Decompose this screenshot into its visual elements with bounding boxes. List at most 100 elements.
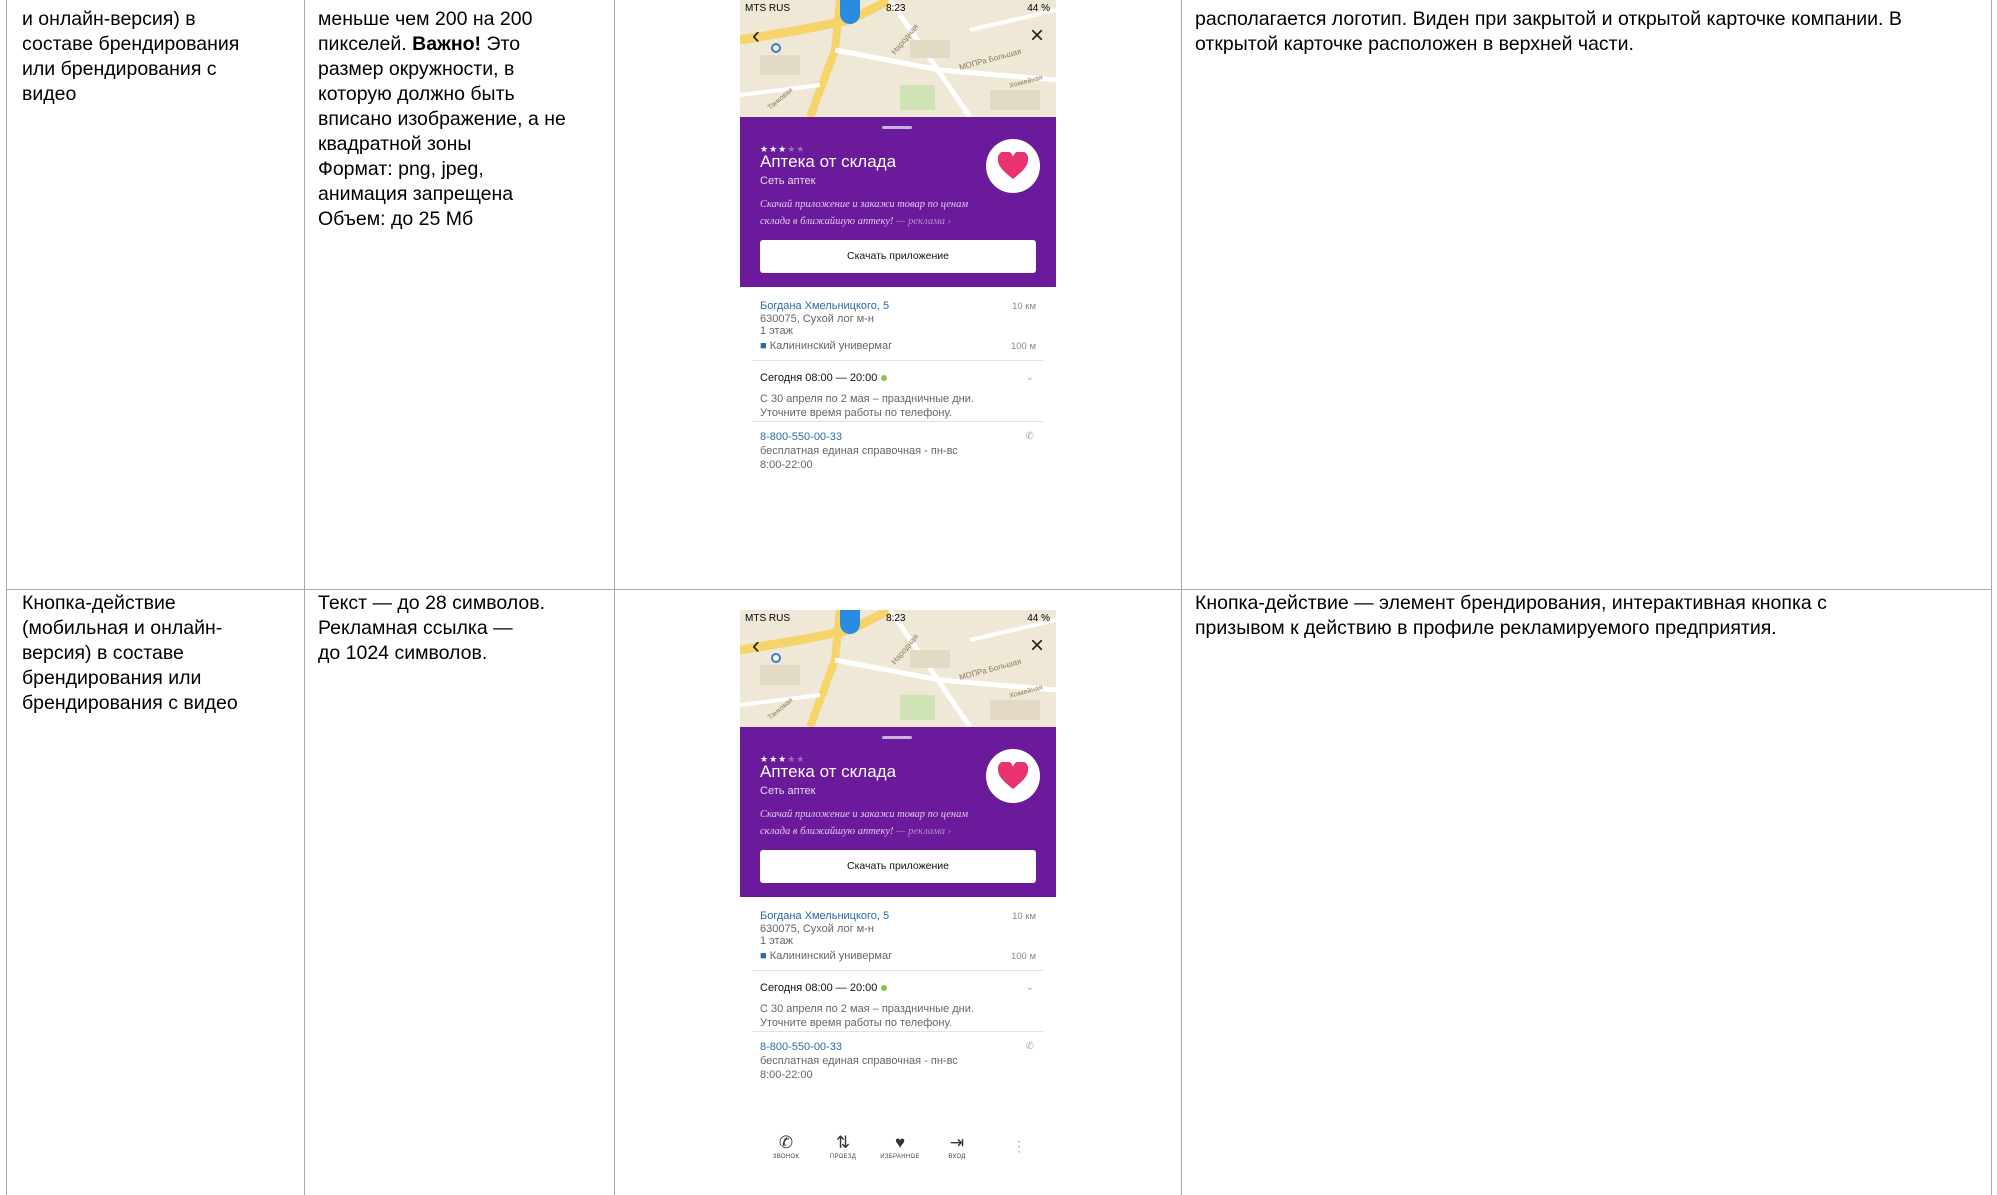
map-area[interactable]: Народная МОПРа Большая Хоккейная Танкова… — [740, 0, 1056, 117]
branding-block: ★★★★★ Аптека от склада Сеть аптек Скачай… — [740, 117, 1056, 287]
back-icon[interactable]: ‹ — [752, 24, 760, 48]
phone-icon: ✆ — [766, 523, 806, 525]
divider — [752, 421, 1044, 422]
map-area[interactable]: Народная МОПРа Большая Хоккейная Танкова… — [740, 610, 1056, 727]
address-line3: 1 этаж — [760, 325, 793, 337]
chevron-down-icon[interactable]: ⌄ — [1026, 981, 1034, 995]
heart-logo-icon — [998, 152, 1028, 179]
promo-ad-link[interactable]: — реклама › — [894, 826, 951, 837]
open-status-dot — [881, 985, 888, 992]
route-icon: ⇅ — [835, 1133, 851, 1152]
carrier-label: MTS RUS — [745, 613, 790, 624]
row1-requirements-important: Важно! — [412, 33, 482, 55]
row2-requirements: Текст — до 28 символов. Рекламная ссылка… — [318, 592, 546, 664]
bottom-tab-bar: ✆ ЗВОНОК ⇅ ПРОЕЗД ♥ ИЗБРАННОЕ ⇥ВХОД ⋮ — [740, 1127, 1056, 1187]
business-category: Сеть аптек — [760, 785, 816, 797]
divider — [752, 970, 1044, 971]
status-bar: MTS RUS 8:23 44 % — [740, 610, 1056, 628]
heart-icon: ♥ — [894, 1133, 906, 1152]
address-distance: 10 км — [1012, 301, 1036, 312]
tab-call-label: ЗВОНОК — [772, 1154, 800, 1160]
status-time: 8:23 — [886, 613, 906, 624]
open-status-dot — [881, 375, 888, 382]
row1-requirements: меньше чем 200 на 200 пикселей. Важно! Э… — [318, 7, 598, 232]
promo-text[interactable]: Скачай приложение и закажи товар по цена… — [760, 196, 1000, 230]
transit-stop: ■ Калининский универмаг — [760, 339, 892, 353]
phone-note: бесплатная единая справочная - пн-вс 8:0… — [760, 445, 958, 471]
address-link[interactable]: Богдана Хмельницкого, 5 — [760, 909, 889, 923]
address-line3: 1 этаж — [760, 935, 793, 947]
phone-screenshot-2: Народная МОПРа Большая Хоккейная Танкова… — [740, 610, 1056, 1195]
row2-description: Кнопка-действие — элемент брендирования,… — [1195, 592, 1827, 639]
transit-distance: 100 м — [1010, 951, 1036, 962]
transit-stop-name: Калининский универмаг — [769, 950, 893, 962]
row1-description: располагается логотип. Виден при закрыто… — [1195, 8, 1902, 55]
transit-stop-name: Калининский универмаг — [769, 340, 893, 352]
login-icon: ⇥ — [937, 523, 977, 525]
table-row-divider — [6, 589, 1991, 590]
drag-handle[interactable] — [882, 736, 912, 739]
promo-ad-link[interactable]: — реклама › — [894, 216, 951, 227]
branding-block: ★★★★★ Аптека от склада Сеть аптек Скачай… — [740, 727, 1056, 897]
carrier-label: MTS RUS — [745, 3, 790, 14]
battery-label: 44 % — [1027, 3, 1050, 14]
bottom-tab-bar: ✆ЗВОНОК ⇅ПРОЕЗД ♥ИЗБРАННОЕ ⇥ВХОД ⋮ — [740, 517, 1056, 525]
row1-format-name: и онлайн-версия) в составе брендирования… — [22, 8, 240, 105]
brand-logo — [986, 139, 1040, 193]
divider — [752, 1031, 1044, 1032]
call-icon[interactable]: ✆ — [1026, 1040, 1034, 1054]
more-icon[interactable]: ⋮ — [1012, 1139, 1026, 1153]
phone-screenshot-1: Народная МОПРа Большая Хоккейная Танкова… — [740, 0, 1056, 525]
business-name: Аптека от склада — [760, 762, 897, 781]
tab-favorites[interactable]: ♥ ИЗБРАННОЕ — [880, 1133, 920, 1161]
tab-route-label: ПРОЕЗД — [829, 1154, 857, 1160]
hours-text: Сегодня 08:00 — 20:00 — [760, 982, 878, 994]
tab-route[interactable]: ⇅ ПРОЕЗД — [823, 1133, 863, 1161]
tab-login[interactable]: ⇥ВХОД — [937, 523, 977, 525]
tab-call[interactable]: ✆ ЗВОНОК — [766, 1133, 806, 1161]
phone-note: бесплатная единая справочная - пн-вс 8:0… — [760, 1055, 958, 1081]
call-icon[interactable]: ✆ — [1026, 430, 1034, 444]
hours-today[interactable]: Сегодня 08:00 — 20:00 — [760, 981, 888, 995]
table-border-col1 — [304, 0, 305, 1195]
action-button[interactable]: Скачать приложение — [760, 850, 1036, 883]
phone-number-link[interactable]: 8-800-550-00-33 — [760, 430, 842, 444]
table-border-left — [6, 0, 7, 1195]
bus-icon: ■ — [760, 340, 767, 352]
close-icon[interactable]: × — [1030, 24, 1044, 48]
tab-call[interactable]: ✆ЗВОНОК — [766, 523, 806, 525]
status-bar: MTS RUS 8:23 44 % — [740, 0, 1056, 18]
tab-favorites[interactable]: ♥ИЗБРАННОЕ — [880, 523, 920, 525]
hours-today[interactable]: Сегодня 08:00 — 20:00 — [760, 371, 888, 385]
tab-login[interactable]: ⇥ВХОД — [937, 1133, 977, 1161]
bus-icon: ■ — [760, 950, 767, 962]
route-icon: ⇅ — [823, 523, 863, 525]
company-info: Богдана Хмельницкого, 5 10 км 630075, Су… — [740, 287, 1056, 525]
action-button[interactable]: Скачать приложение — [760, 240, 1036, 273]
close-icon[interactable]: × — [1030, 634, 1044, 658]
tab-favorites-label: ИЗБРАННОЕ — [880, 1154, 920, 1160]
row1-requirements-text-b: Это размер окружности, в которую должно … — [318, 33, 566, 230]
promo-text[interactable]: Скачай приложение и закажи товар по цена… — [760, 806, 1000, 840]
row2-format-name: Кнопка-действие (мобильная и онлайн- вер… — [22, 592, 238, 714]
chevron-down-icon[interactable]: ⌄ — [1026, 371, 1034, 385]
hours-text: Сегодня 08:00 — 20:00 — [760, 372, 878, 384]
phone-number-link[interactable]: 8-800-550-00-33 — [760, 1040, 842, 1054]
table-border-col2 — [614, 0, 615, 1195]
transit-stop: ■ Калининский универмаг — [760, 949, 892, 963]
table-border-col3 — [1181, 0, 1182, 1195]
brand-logo — [986, 749, 1040, 803]
business-name: Аптека от склада — [760, 152, 897, 171]
heart-logo-icon — [998, 762, 1028, 789]
address-distance: 10 км — [1012, 911, 1036, 922]
table-border-right — [1991, 0, 1992, 1195]
transit-distance: 100 м — [1010, 341, 1036, 352]
divider — [752, 360, 1044, 361]
address-link[interactable]: Богдана Хмельницкого, 5 — [760, 299, 889, 313]
heart-icon: ♥ — [880, 523, 920, 525]
tab-route[interactable]: ⇅ПРОЕЗД — [823, 523, 863, 525]
phone-icon: ✆ — [778, 1133, 794, 1152]
business-category: Сеть аптек — [760, 175, 816, 187]
back-icon[interactable]: ‹ — [752, 634, 760, 658]
drag-handle[interactable] — [882, 126, 912, 129]
